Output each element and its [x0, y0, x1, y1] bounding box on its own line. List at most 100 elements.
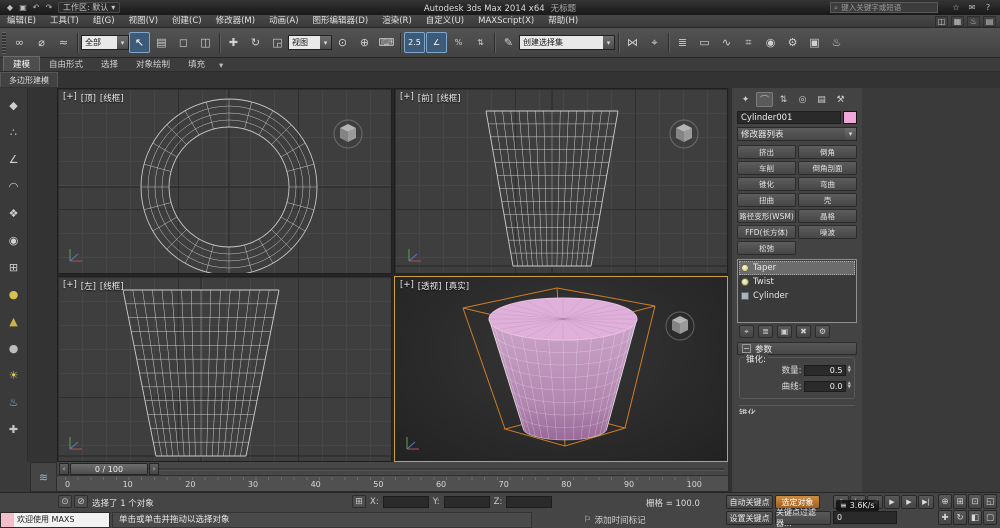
time-slider-handle[interactable]: 0 / 100 — [70, 463, 148, 475]
mini-curve-editor-button[interactable]: ≋ — [30, 462, 57, 492]
time-forward-button[interactable]: › — [149, 463, 159, 475]
align-icon[interactable]: ⌖ — [644, 32, 665, 53]
zoom-all-icon[interactable]: ⊞ — [953, 494, 967, 509]
select-and-manipulate-icon[interactable]: ⊕ — [354, 32, 375, 53]
viewcube-icon[interactable] — [663, 309, 697, 343]
viewport-menu-view[interactable]: [左] — [81, 280, 96, 292]
modifier-list-dropdown[interactable]: 修改器列表 ▾ — [737, 127, 857, 141]
spinner-arrows[interactable]: ▲▼ — [848, 366, 851, 375]
light-tool-icon[interactable]: ☀ — [5, 366, 23, 384]
vertex-mode-icon[interactable]: ∴ — [5, 123, 23, 141]
auto-key-button[interactable]: 自动关键点 — [726, 495, 773, 509]
ribbon-tab[interactable]: 填充 — [179, 57, 214, 71]
rectangular-selection-region-icon[interactable]: ◻ — [173, 32, 194, 53]
polygon-modeling-icon[interactable]: ◆ — [5, 96, 23, 114]
ribbon-tab[interactable]: 选择 — [92, 57, 127, 71]
selection-filter-dropdown[interactable]: 全部▾ — [81, 35, 129, 50]
modifier-button[interactable]: 倒角剖面 — [798, 161, 857, 175]
modifier-button[interactable]: 扭曲 — [737, 193, 796, 207]
viewport-front[interactable]: [+] [前] [线框] — [394, 88, 728, 274]
isolate-selection-icon[interactable]: ⊙ — [58, 495, 72, 508]
modifier-button[interactable]: FFD(长方体) — [737, 225, 796, 239]
key-filters-button[interactable]: 关键点过滤器... — [775, 511, 831, 525]
cone-tool-icon[interactable]: ▲ — [5, 312, 23, 330]
zoom-region-icon[interactable]: ◱ — [983, 494, 997, 509]
ribbon-minimize-icon[interactable]: ▾ — [214, 61, 228, 71]
maximize-viewport-icon[interactable]: ◧ — [968, 510, 982, 525]
viewport-menu-shading[interactable]: [线框] — [100, 92, 124, 104]
viewport-menu-shading[interactable]: [线框] — [100, 280, 124, 292]
use-pivot-point-icon[interactable]: ⊙ — [332, 32, 353, 53]
modify-tab-icon[interactable]: ⌒ — [756, 92, 773, 107]
show-end-result-icon[interactable]: ≣ — [758, 325, 773, 338]
modifier-stack-item[interactable]: Twist — [739, 275, 855, 289]
sign-in-star-icon[interactable]: ☆ — [950, 2, 962, 13]
track-bar[interactable]: 0102030405060708090100 — [57, 476, 728, 492]
create-tab-icon[interactable]: ✦ — [737, 92, 754, 107]
modifier-visibility-icon[interactable] — [741, 264, 749, 272]
menu-item[interactable]: 图形编辑器(D) — [306, 15, 376, 28]
app-menu-icon[interactable]: ◆ — [4, 2, 16, 13]
schematic-view-icon[interactable]: ⌗ — [738, 32, 759, 53]
hierarchy-tab-icon[interactable]: ⇅ — [775, 92, 792, 107]
viewport-menu-plus[interactable]: [+] — [63, 280, 77, 292]
display-tab-icon[interactable]: ▤ — [813, 92, 830, 107]
viewport-menu-view[interactable]: [透视] — [418, 280, 442, 292]
set-key-button[interactable]: 设置关键点 — [726, 511, 773, 525]
select-and-move-icon[interactable]: ✚ — [223, 32, 244, 53]
menu-item[interactable]: 动画(A) — [262, 15, 305, 28]
render-setup-icon[interactable]: ⚙ — [782, 32, 803, 53]
mirror-icon[interactable]: ⋈ — [622, 32, 643, 53]
layer-manager-icon[interactable]: ≣ — [672, 32, 693, 53]
remove-modifier-icon[interactable]: ✖ — [796, 325, 811, 338]
y-field[interactable] — [444, 496, 490, 508]
unlink-selection-icon[interactable]: ⌀ — [31, 32, 52, 53]
amount-field[interactable]: 0.5 — [804, 365, 846, 376]
select-and-link-icon[interactable]: ∞ — [9, 32, 30, 53]
bind-to-space-warp-icon[interactable]: ≈ — [53, 32, 74, 53]
modifier-button[interactable]: 挤出 — [737, 145, 796, 159]
modifier-button[interactable]: 倒角 — [798, 145, 857, 159]
spinner-snap-icon[interactable]: ⇅ — [470, 32, 491, 53]
modifier-visibility-icon[interactable] — [741, 278, 749, 286]
maxscript-mini-listener[interactable]: 欢迎使用 MAXS — [0, 512, 110, 528]
viewport-layout-icon[interactable]: ◫ — [935, 16, 948, 27]
modifier-button[interactable]: 弯曲 — [798, 177, 857, 191]
modifier-button[interactable]: 车削 — [737, 161, 796, 175]
orbit-icon[interactable]: ↻ — [953, 510, 967, 525]
configure-modifier-sets-icon[interactable]: ⚙ — [815, 325, 830, 338]
time-back-button[interactable]: ‹ — [59, 463, 69, 475]
modifier-button[interactable]: 路径变形(WSM) — [737, 209, 796, 223]
material-editor-icon[interactable]: ◉ — [760, 32, 781, 53]
ribbon-tab[interactable]: 自由形式 — [40, 57, 92, 71]
next-frame-icon[interactable]: ▶ — [901, 495, 917, 509]
menu-item[interactable]: 编辑(E) — [0, 15, 43, 28]
object-color-swatch[interactable] — [843, 111, 857, 124]
modify-selection-icon[interactable]: ⊞ — [5, 258, 23, 276]
z-field[interactable] — [506, 496, 552, 508]
viewcube-icon[interactable] — [331, 117, 365, 151]
communication-center-icon[interactable]: ✉ — [966, 2, 978, 13]
ribbon-toggle-icon[interactable]: ▭ — [694, 32, 715, 53]
modifier-visibility-icon[interactable] — [741, 292, 749, 300]
polygon-mode-icon[interactable]: ❖ — [5, 204, 23, 222]
search-input[interactable]: ⌕键入关键字或短语 — [830, 2, 938, 13]
viewport-menu-plus[interactable]: [+] — [400, 280, 414, 292]
modifier-stack-item[interactable]: Taper — [739, 261, 855, 275]
menu-item[interactable]: 组(G) — [86, 15, 122, 28]
window-crossing-icon[interactable]: ◫ — [195, 32, 216, 53]
select-and-rotate-icon[interactable]: ↻ — [245, 32, 266, 53]
modifier-button[interactable]: 噪波 — [798, 225, 857, 239]
edit-named-selections-icon[interactable]: ✎ — [498, 32, 519, 53]
polygon-modeling-panel-tab[interactable]: 多边形建模 — [0, 72, 58, 87]
modifier-button[interactable]: 松弛 — [737, 241, 796, 255]
modifier-button[interactable]: 锥化 — [737, 177, 796, 191]
menu-item[interactable]: 修改器(M) — [209, 15, 262, 28]
toolbar-grip[interactable] — [2, 32, 6, 54]
transform-typein-icon[interactable]: ⊞ — [352, 495, 366, 508]
pin-stack-icon[interactable]: ⌖ — [739, 325, 754, 338]
pan-icon[interactable]: ✚ — [938, 510, 952, 525]
info-center-icon[interactable]: ▤ — [983, 16, 996, 27]
ribbon-tab[interactable]: 建模 — [3, 56, 40, 71]
element-mode-icon[interactable]: ◉ — [5, 231, 23, 249]
